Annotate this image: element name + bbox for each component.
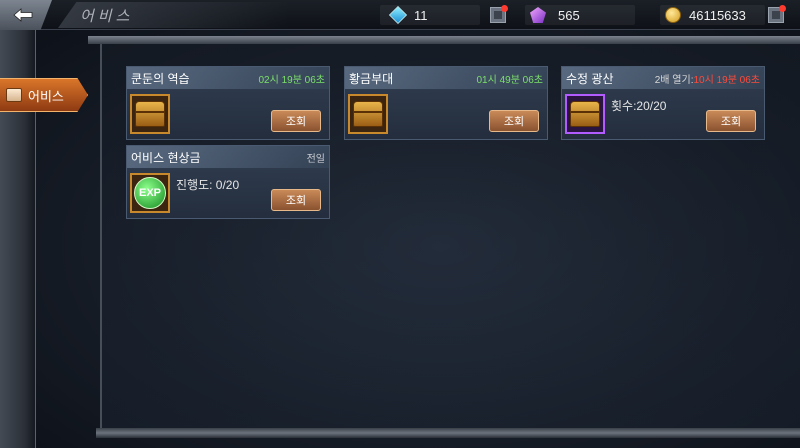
gold-counter: 46115633 (665, 4, 746, 26)
card-abyss-bounty: 어비스 현상금 전일 EXP 진행도: 0/20 조회 (126, 145, 330, 219)
card-timer: 10시 19분 06초 (693, 74, 760, 86)
diamond-add-button[interactable] (490, 5, 508, 23)
reward-icon (130, 94, 170, 134)
diamond-value: 11 (414, 7, 428, 23)
card-header: 수정 광산 2배 열기:10시 19분 06초 (562, 67, 764, 89)
card-title: 어비스 현상금 (131, 150, 201, 165)
card-title: 황금부대 (349, 71, 394, 86)
treasure-chest-icon (570, 101, 600, 127)
card-header: 쿤둔의 역습 02시 19분 06초 (127, 67, 329, 89)
card-kundun-raid: 쿤둔의 역습 02시 19분 06초 조회 (126, 66, 330, 140)
reward-icon: EXP (130, 173, 170, 213)
double-open-label: 2배 열기: (654, 74, 694, 86)
back-button[interactable] (0, 0, 52, 30)
diamond-counter: 11 (388, 4, 428, 26)
card-title: 수정 광산 (566, 71, 614, 86)
notification-dot (779, 5, 786, 12)
notification-dot (501, 5, 508, 12)
gold-coin-icon (665, 7, 681, 23)
book-icon (6, 88, 22, 102)
card-timer-group: 2배 열기:10시 19분 06초 (655, 71, 760, 86)
treasure-chest-icon (353, 101, 383, 127)
bottom-rail (96, 428, 800, 438)
crystal-counter: 565 (530, 4, 580, 26)
card-title: 쿤둔의 역습 (131, 71, 190, 86)
page-title: 어비스 (80, 8, 134, 25)
diamond-icon (388, 5, 408, 25)
gold-value: 46115633 (689, 7, 746, 23)
tab-abyss-label: 어비스 (28, 88, 64, 104)
view-button[interactable]: 조회 (271, 189, 321, 211)
reward-icon (348, 94, 388, 134)
view-button[interactable]: 조회 (706, 110, 756, 132)
card-golden-troop: 황금부대 01시 49분 06초 조회 (344, 66, 548, 140)
reward-icon (565, 94, 605, 134)
top-rail (88, 36, 800, 44)
top-bar: 어비스 11 565 46115633 (0, 0, 800, 30)
treasure-chest-icon (135, 101, 165, 127)
attempt-count: 횟수:20/20 (611, 99, 667, 113)
view-button[interactable]: 조회 (489, 110, 539, 132)
progress-text: 진행도: 0/20 (176, 178, 240, 192)
gold-add-button[interactable] (768, 5, 786, 23)
card-header: 어비스 현상금 전일 (127, 146, 329, 168)
card-subtitle: 전일 (306, 153, 325, 165)
back-arrow-icon (13, 8, 33, 22)
card-header: 황금부대 01시 49분 06초 (345, 67, 547, 89)
card-timer: 01시 49분 06초 (476, 74, 543, 86)
exp-orb-icon: EXP (134, 177, 166, 209)
view-button[interactable]: 조회 (271, 110, 321, 132)
tab-abyss[interactable]: 어비스 (0, 78, 88, 112)
crystal-icon (530, 7, 546, 23)
card-timer: 02시 19분 06초 (258, 74, 325, 86)
card-crystal-mine: 수정 광산 2배 열기:10시 19분 06초 횟수:20/20 조회 (561, 66, 765, 140)
crystal-value: 565 (558, 7, 580, 23)
